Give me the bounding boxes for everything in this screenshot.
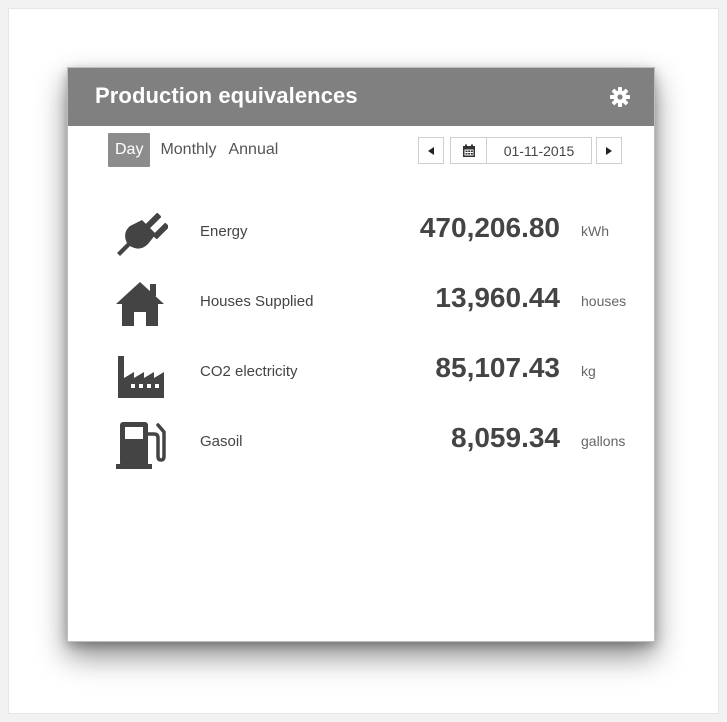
tab-day[interactable]: Day	[108, 133, 151, 167]
prev-date-button[interactable]	[418, 137, 444, 164]
list-item-co2-electricity: CO2 electricity 85,107.43 kg	[68, 338, 654, 408]
next-date-button[interactable]	[596, 137, 622, 164]
tab-annual[interactable]: Annual	[222, 134, 284, 166]
tab-monthly[interactable]: Monthly	[154, 134, 222, 166]
house-icon	[112, 276, 168, 332]
production-equivalences-widget: Production equivalences Day Monthly Annu…	[67, 67, 655, 642]
widget-title: Production equivalences	[95, 83, 358, 108]
gear-icon[interactable]	[608, 85, 632, 109]
widget-header: Production equivalences	[68, 68, 654, 126]
plug-icon	[112, 206, 170, 262]
date-navigator	[418, 136, 622, 165]
list-item-gasoil: Gasoil 8,059.34 gallons	[68, 408, 654, 478]
row-value: 470,206.80	[419, 212, 560, 243]
row-label: Gasoil	[200, 433, 243, 450]
period-tabs: Day Monthly Annual	[108, 133, 284, 167]
list-item-energy: Energy 470,206.80 kWh	[68, 198, 654, 268]
row-unit: kg	[581, 363, 596, 379]
row-label: Houses Supplied	[200, 293, 314, 310]
row-label: Energy	[200, 223, 248, 240]
row-unit: gallons	[581, 433, 626, 449]
row-label: CO2 electricity	[200, 363, 298, 380]
row-unit: houses	[581, 293, 627, 309]
row-value: 13,960.44	[435, 282, 560, 313]
row-value: 85,107.43	[435, 352, 560, 383]
row-value: 8,059.34	[451, 422, 560, 453]
list-item-houses-supplied: Houses Supplied 13,960.44 houses	[68, 268, 654, 338]
row-unit: kWh	[581, 223, 609, 239]
fuel-pump-icon	[112, 416, 168, 472]
triangle-right-icon	[606, 146, 612, 155]
page-frame: Production equivalences Day Monthly Annu…	[8, 8, 719, 714]
calendar-icon	[462, 144, 475, 157]
calendar-button[interactable]	[450, 137, 486, 164]
date-field[interactable]	[486, 137, 592, 164]
factory-icon	[112, 346, 168, 402]
triangle-left-icon	[428, 146, 434, 155]
